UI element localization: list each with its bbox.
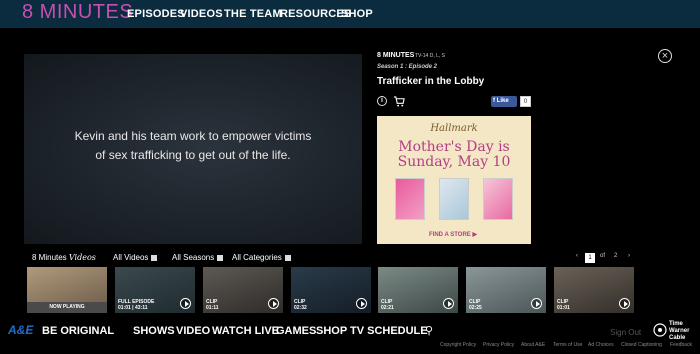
- ad-card-image: [439, 178, 469, 220]
- play-icon: [268, 298, 279, 309]
- footer-link-copyright[interactable]: Copyright Policy: [440, 342, 476, 348]
- find-store-link[interactable]: FIND A STORE ▶: [429, 231, 477, 238]
- dropdown-icon: [151, 254, 158, 261]
- dropdown-icon: [284, 254, 291, 261]
- video-thumbnail[interactable]: CLIP 02:25: [466, 267, 546, 313]
- network-footer: A&E BE ORIGINAL SHOWS VIDEO WATCH LIVE G…: [0, 318, 700, 354]
- thumbnail-duration: 01:01 | 43:11: [118, 305, 148, 311]
- sign-out-link[interactable]: Sign Out: [610, 328, 641, 337]
- thumbnail-duration: 02:21: [381, 305, 394, 311]
- ad-headline-line1: Mother's Day is: [398, 139, 510, 155]
- nav-episodes[interactable]: EPISODES: [127, 8, 185, 20]
- thumbnail-label: CLIP 02:32: [294, 299, 307, 311]
- footer-link-closed-captioning[interactable]: Closed Captioning: [621, 342, 662, 348]
- footer-nav-tv-schedule[interactable]: TV SCHEDULE: [350, 325, 428, 337]
- video-thumbnail[interactable]: CLIP 01:01: [554, 267, 634, 313]
- play-icon: [443, 298, 454, 309]
- current-page[interactable]: 1: [585, 253, 595, 263]
- thumbnail-label: CLIP 02:25: [469, 299, 482, 311]
- footer-nav-shop[interactable]: SHOP: [316, 325, 347, 337]
- provider-name-line: Cable: [669, 335, 686, 341]
- filter-label: All Videos: [113, 253, 149, 262]
- be-original-tagline: BE ORIGINAL: [42, 325, 115, 337]
- thumbnail-label: CLIP 02:21: [381, 299, 394, 311]
- footer-nav-video[interactable]: VIDEO: [176, 325, 210, 337]
- facebook-like-button[interactable]: f Like: [491, 96, 517, 107]
- footer-link-terms[interactable]: Terms of Use: [553, 342, 582, 348]
- section-show-name: 8 Minutes: [32, 253, 67, 262]
- play-icon: [619, 298, 630, 309]
- all-categories-filter[interactable]: All Categories: [232, 253, 291, 262]
- ae-logo[interactable]: A&E: [8, 323, 33, 337]
- now-playing-label: NOW PLAYING: [27, 302, 107, 313]
- provider-name-line: Warner: [669, 328, 690, 334]
- cart-icon[interactable]: [394, 96, 405, 107]
- video-thumbnail[interactable]: NOW PLAYING: [27, 267, 107, 313]
- thumbnail-duration: 01:11: [206, 305, 219, 311]
- footer-link-about[interactable]: About A&E: [521, 342, 545, 348]
- nav-shop[interactable]: SHOP: [341, 8, 373, 20]
- provider-name-line: Time: [669, 321, 683, 327]
- episode-description: Kevin and his team work to empower victi…: [74, 129, 312, 162]
- ad-headline-line2: Sunday, May 10: [397, 154, 511, 170]
- nav-videos[interactable]: VIDEOS: [180, 8, 223, 20]
- show-name: 8 MINUTES: [377, 52, 415, 59]
- episode-title: Trafficker in the Lobby: [377, 76, 485, 87]
- tv-rating: TV-14 D, L, S: [415, 53, 446, 59]
- footer-nav-watch-live[interactable]: WATCH LIVE: [212, 325, 279, 337]
- search-icon[interactable]: ⚲: [425, 324, 433, 337]
- info-icon[interactable]: i: [377, 96, 387, 106]
- like-count: 0: [520, 96, 531, 107]
- top-nav: 8 MINUTES EPISODES VIDEOS THE TEAM RESOU…: [0, 0, 700, 28]
- next-page-button[interactable]: ›: [628, 253, 630, 259]
- section-title-videos: Videos: [68, 253, 96, 262]
- dropdown-icon: [217, 254, 224, 261]
- thumbnail-duration: 01:01: [557, 305, 570, 311]
- videos-section-title: 8 Minutes Videos: [32, 253, 96, 262]
- video-thumbnail[interactable]: FULL EPISODE 01:01 | 43:11: [115, 267, 195, 313]
- thumbnail-label: CLIP 01:01: [557, 299, 570, 311]
- facebook-icon: f: [493, 98, 495, 104]
- time-warner-cable-logo[interactable]: Time Warner Cable: [653, 321, 697, 343]
- like-label: Like: [496, 98, 509, 104]
- ad-card-image: [395, 178, 425, 220]
- thumbnail-duration: 02:25: [469, 305, 482, 311]
- footer-link-ad-choices[interactable]: Ad Choices: [588, 342, 614, 348]
- season-episode: Season 1 : Episode 2: [377, 64, 438, 70]
- footer-link-feedback[interactable]: Feedback: [670, 342, 692, 348]
- nav-the-team[interactable]: THE TEAM: [224, 8, 282, 20]
- provider-eye-icon: [653, 323, 667, 337]
- footer-link-privacy[interactable]: Privacy Policy: [483, 342, 514, 348]
- all-seasons-filter[interactable]: All Seasons: [172, 253, 224, 262]
- prev-page-button[interactable]: ‹: [576, 253, 578, 259]
- filter-label: All Seasons: [172, 253, 215, 262]
- close-icon[interactable]: ×: [658, 49, 672, 63]
- play-icon: [531, 298, 542, 309]
- thumbnail-label: FULL EPISODE 01:01 | 43:11: [118, 299, 154, 311]
- video-thumbnail[interactable]: CLIP 02:21: [378, 267, 458, 313]
- hallmark-ad[interactable]: Hallmark Mother's Day is Sunday, May 10 …: [377, 116, 531, 244]
- ad-brand: Hallmark: [430, 123, 478, 134]
- thumbnail-label: CLIP 01:11: [206, 299, 219, 311]
- ad-card-image: [483, 178, 513, 220]
- ad-headline: Mother's Day is Sunday, May 10: [377, 140, 531, 170]
- video-player[interactable]: Kevin and his team work to empower victi…: [24, 54, 362, 244]
- footer-nav-games[interactable]: GAMES: [276, 325, 316, 337]
- provider-name: Time Warner Cable: [669, 321, 689, 342]
- video-thumbnail[interactable]: CLIP 02:32: [291, 267, 371, 313]
- show-logo[interactable]: 8 MINUTES: [22, 1, 133, 24]
- filter-label: All Categories: [232, 253, 282, 262]
- all-videos-filter[interactable]: All Videos: [113, 253, 158, 262]
- thumbnail-duration: 02:32: [294, 305, 307, 311]
- play-icon: [356, 298, 367, 309]
- play-icon: [180, 298, 191, 309]
- page-of-label: of: [600, 253, 606, 259]
- page-2-button[interactable]: 2: [614, 253, 617, 259]
- video-thumbnail[interactable]: CLIP 01:11: [203, 267, 283, 313]
- footer-nav-shows[interactable]: SHOWS: [133, 325, 175, 337]
